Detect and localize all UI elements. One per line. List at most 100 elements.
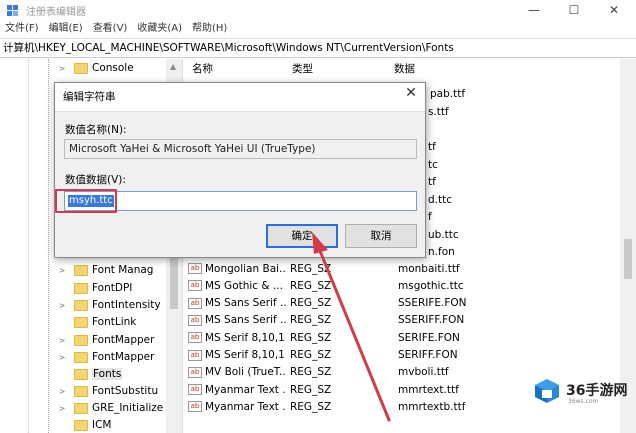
list-cell-type: REG_SZ — [290, 262, 332, 275]
table-row[interactable]: ab MS Sans Serif ... REG_SZ SSERIFE.FON — [184, 294, 620, 313]
tree-item-label: ICM — [92, 419, 112, 431]
tree-item-label: FontLink — [92, 316, 137, 328]
string-value-icon: ab — [188, 314, 202, 326]
value-name: MS Sans Serif ... — [205, 297, 286, 310]
value-name: MS Serif 8,10,1... — [205, 331, 286, 344]
tree-item-fontsubstitu[interactable]: > FontSubstitu — [59, 382, 158, 400]
list-cell-data: SERIFE.FON — [398, 331, 460, 344]
cancel-button[interactable]: 取消 — [345, 224, 417, 248]
tree-item-fontmapper[interactable]: > FontMapper — [59, 348, 155, 366]
tree-item-font-manag[interactable]: > Font Manag — [59, 261, 154, 279]
list-cell-type: REG_SZ — [290, 400, 332, 413]
tree-item-fontmapper[interactable]: > FontMapper — [59, 331, 155, 349]
tree-item-label: Font Manag — [92, 264, 154, 276]
list-cell-data: tf — [428, 141, 436, 153]
minimize-button[interactable]: — — [514, 0, 554, 20]
folder-icon — [74, 402, 88, 414]
table-row[interactable]: ab MS Sans Serif ... REG_SZ SSERIFF.FON — [184, 311, 620, 330]
expand-chevron-icon[interactable]: > — [57, 404, 67, 413]
list-scroll-thumb[interactable] — [624, 239, 632, 279]
list-cell-data: n.fon — [428, 246, 455, 258]
menu-help[interactable]: 帮助(H) — [187, 20, 232, 38]
maximize-button[interactable]: ☐ — [554, 0, 594, 20]
regedit-app-icon — [7, 5, 18, 16]
folder-icon — [74, 316, 88, 328]
table-row[interactable]: ab Mongolian Bai... REG_SZ monbaiti.ttf — [184, 259, 620, 278]
dialog-close-icon[interactable]: ✕ — [403, 85, 419, 101]
value-name: MS Serif 8,10,1... — [205, 349, 286, 361]
list-cell-data: ub.ttc — [428, 229, 459, 241]
table-row[interactable]: ab MS Serif 8,10,1... REG_SZ SERIFF.FON — [184, 346, 620, 365]
tree-guide-line — [48, 59, 49, 433]
list-cell-data: SSERIFF.FON — [398, 314, 465, 327]
list-cell-data: msgothic.ttc — [398, 279, 464, 292]
list-cell-data: s.ttf — [428, 106, 449, 118]
list-cell-data: SSERIFE.FON — [398, 297, 467, 310]
string-value-icon: ab — [188, 297, 202, 309]
expand-chevron-icon[interactable]: > — [57, 353, 67, 362]
tree-item-label: GRE_Initialize — [92, 402, 164, 414]
string-value-icon: ab — [188, 280, 202, 292]
column-name-header[interactable]: 名称 — [184, 59, 284, 79]
menu-edit[interactable]: 编辑(E) — [44, 20, 88, 38]
address-bar[interactable]: 计算机\HKEY_LOCAL_MACHINE\SOFTWARE\Microsof… — [0, 38, 636, 58]
tree-item-fontlink[interactable]: FontLink — [74, 313, 136, 331]
scroll-up-icon[interactable]: ▲ — [170, 62, 176, 71]
tree-item-icm[interactable]: ICM — [74, 416, 112, 433]
folder-icon — [74, 282, 88, 294]
tree-item-fontintensity[interactable]: > FontIntensity — [59, 296, 161, 314]
tree-item-console[interactable]: > Console — [59, 59, 134, 77]
tree-item-gre-initialize[interactable]: > GRE_Initialize — [59, 399, 164, 417]
string-value-icon: ab — [188, 401, 202, 413]
list-cell-type: REG_SZ — [290, 279, 332, 292]
table-row[interactable]: ab MS Gothic & ... REG_SZ msgothic.ttc — [184, 276, 620, 295]
folder-icon — [74, 419, 88, 431]
folder-icon — [74, 334, 88, 346]
menu-view[interactable]: 查看(V) — [88, 20, 133, 38]
expand-chevron-icon[interactable]: > — [57, 266, 67, 275]
tree-item-fonts[interactable]: Fonts — [74, 365, 123, 383]
expand-chevron-icon[interactable]: > — [57, 64, 67, 73]
expand-chevron-icon[interactable]: > — [57, 301, 67, 310]
string-value-icon: ab — [188, 332, 202, 344]
list-cell-data: SERIFF.FON — [398, 349, 458, 361]
list-cell-name: ab MV Boli (TrueT... — [184, 366, 286, 378]
list-cell-type: REG_SZ — [290, 383, 332, 396]
menu-file[interactable]: 文件(F) — [0, 20, 44, 38]
list-cell-name: ab Myanmar Text ... — [184, 401, 286, 413]
tree-item-label: FontMapper — [92, 351, 155, 363]
string-value-icon: ab — [188, 263, 202, 274]
list-cell-type: REG_SZ — [290, 297, 332, 310]
window-title: 注册表编辑器 — [26, 7, 86, 18]
expand-chevron-icon[interactable]: > — [57, 336, 67, 345]
table-row[interactable]: ab MS Serif 8,10,1... REG_SZ SERIFE.FON — [184, 328, 620, 347]
list-header: 名称 类型 数据 — [184, 59, 620, 79]
value-name: MV Boli (TrueT... — [205, 366, 286, 379]
value-name: Myanmar Text ... — [205, 400, 286, 413]
value-name: Myanmar Text ... — [205, 383, 286, 396]
tree-item-fontdpi[interactable]: FontDPI — [74, 279, 132, 297]
value-name: MS Sans Serif ... — [205, 314, 286, 327]
list-cell-data: d.ttc — [428, 194, 453, 206]
tree-item-label: FontDPI — [92, 282, 133, 294]
list-cell-name: ab Mongolian Bai... — [184, 263, 286, 275]
list-cell-data: monbaiti.ttf — [398, 262, 460, 275]
expand-chevron-icon[interactable]: > — [57, 387, 67, 396]
menu-bar: 文件(F) 编辑(E) 查看(V) 收藏夹(A) 帮助(H) — [0, 20, 636, 38]
column-data-header[interactable]: 数据 — [386, 59, 586, 79]
watermark-logo: 36手游网 36ws.com — [532, 374, 630, 410]
menu-favorites[interactable]: 收藏夹(A) — [132, 20, 187, 38]
folder-icon — [74, 264, 88, 276]
list-cell-type: REG_SZ — [290, 366, 332, 379]
string-value-icon: ab — [188, 366, 202, 378]
watermark-text: 36手游网 — [566, 383, 628, 399]
highlight-annotation — [55, 189, 117, 213]
column-type-header[interactable]: 类型 — [284, 59, 386, 79]
close-window-button[interactable]: ✕ — [594, 0, 634, 20]
dialog-body: 数值名称(N): Microsoft YaHei & Microsoft YaH… — [55, 111, 425, 257]
title-bar: 注册表编辑器 — ☐ ✕ — [0, 0, 636, 20]
ok-button[interactable]: 确定 — [266, 224, 338, 248]
dialog-title: 编辑字符串 — [63, 91, 116, 103]
list-cell-type: REG_SZ — [290, 314, 332, 327]
value-name-field: Microsoft YaHei & Microsoft YaHei UI (Tr… — [64, 139, 417, 159]
